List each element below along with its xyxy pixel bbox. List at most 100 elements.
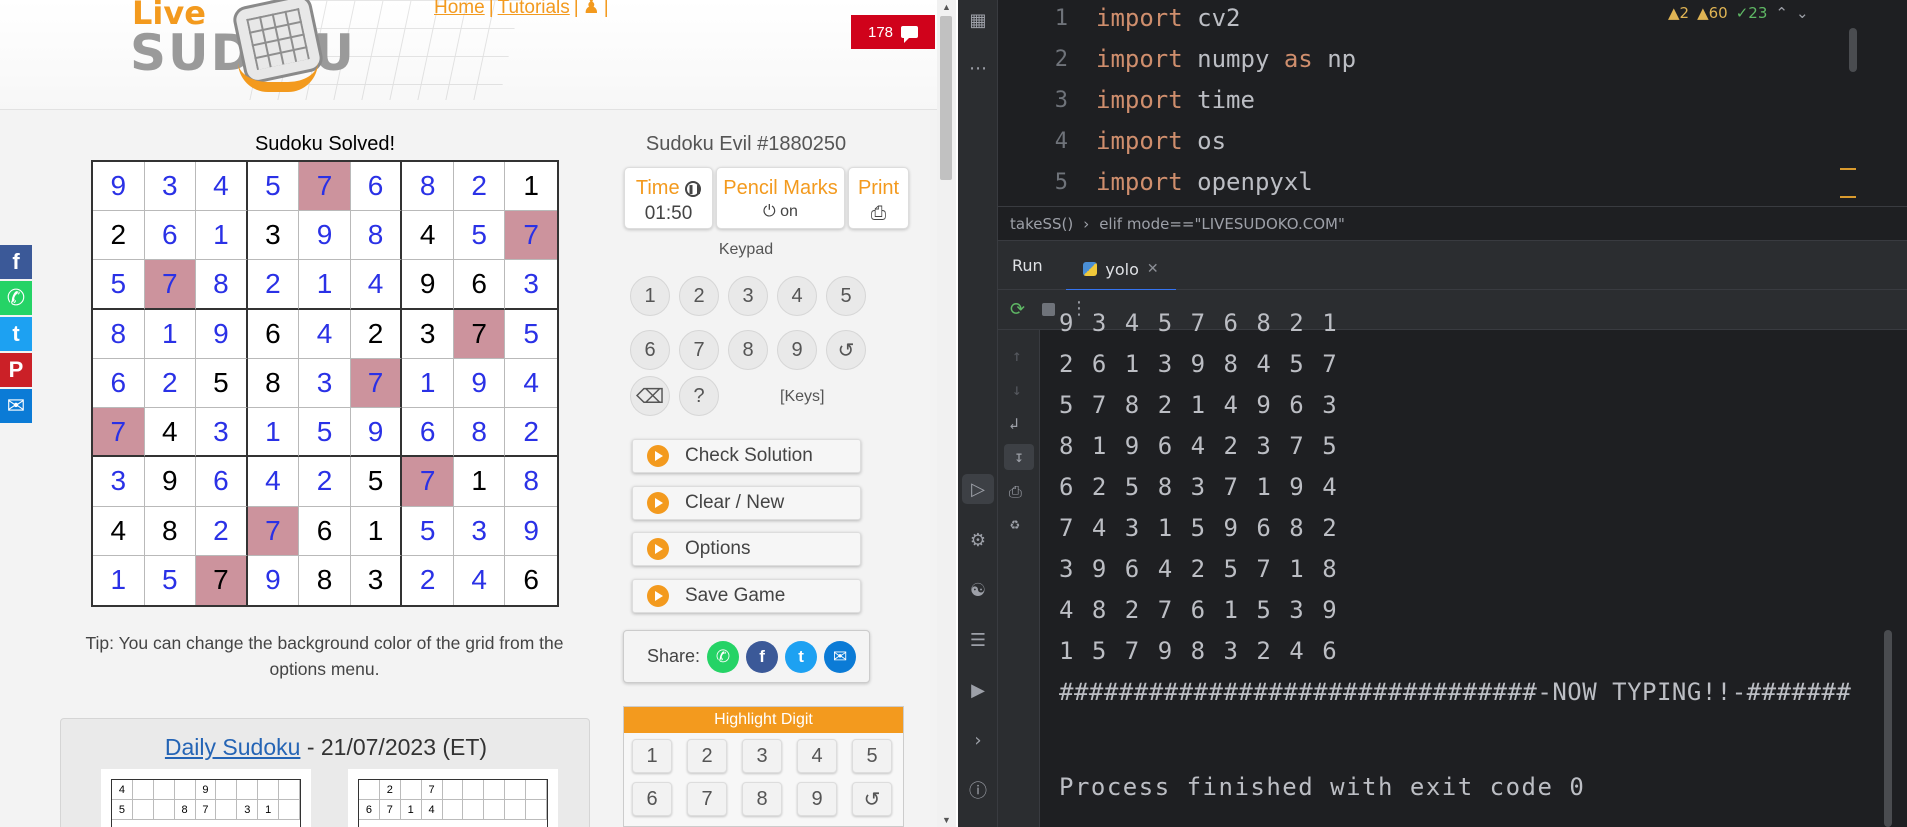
- sudoku-cell[interactable]: 8: [299, 555, 351, 605]
- sudoku-cell[interactable]: 9: [402, 260, 454, 310]
- clear-console-icon[interactable]: ♻: [1010, 514, 1020, 533]
- save-game-button[interactable]: Save Game: [632, 579, 861, 613]
- sudoku-cell[interactable]: 1: [402, 358, 454, 409]
- sudoku-cell[interactable]: 4: [93, 506, 145, 556]
- sudoku-cell[interactable]: 9: [248, 555, 300, 605]
- keypad-digit-5[interactable]: 5: [826, 276, 866, 316]
- console-scroll-thumb[interactable]: [1884, 630, 1892, 827]
- highlight-reset-icon[interactable]: ↺: [852, 782, 892, 816]
- highlight-digit-8[interactable]: 8: [742, 782, 782, 816]
- breadcrumb-function[interactable]: takeSS(): [1010, 215, 1073, 233]
- sudoku-cell[interactable]: 1: [299, 260, 351, 310]
- highlight-digit-9[interactable]: 9: [797, 782, 837, 816]
- sudoku-cell[interactable]: 8: [453, 408, 506, 458]
- close-tab-icon[interactable]: ✕: [1147, 261, 1159, 277]
- user-account-icon[interactable]: ♟: [583, 0, 600, 18]
- problems-icon[interactable]: ⓘ: [966, 778, 990, 802]
- nav-home-link[interactable]: Home: [434, 0, 485, 18]
- sudoku-cell[interactable]: 7: [196, 555, 248, 605]
- sudoku-cell[interactable]: 9: [93, 162, 145, 212]
- code-line[interactable]: import numpy as np: [1096, 45, 1356, 73]
- sudoku-cell[interactable]: 7: [93, 408, 145, 458]
- sudoku-cell[interactable]: 9: [144, 457, 197, 507]
- structure-icon[interactable]: ▦: [966, 8, 990, 32]
- chevron-up-icon[interactable]: ⌃: [1775, 4, 1788, 22]
- sudoku-cell[interactable]: 7: [505, 211, 557, 261]
- highlight-digit-7[interactable]: 7: [687, 782, 727, 816]
- daily-sudoku-link[interactable]: Daily Sudoku: [165, 734, 301, 760]
- sudoku-cell[interactable]: 2: [350, 309, 403, 359]
- options-button[interactable]: Options: [632, 532, 861, 566]
- editor-scroll-thumb[interactable]: [1849, 28, 1857, 72]
- run-tool-icon[interactable]: ▷: [962, 474, 994, 504]
- sudoku-cell[interactable]: 3: [351, 555, 403, 605]
- sudoku-cell[interactable]: 7: [247, 506, 300, 556]
- highlight-digit-5[interactable]: 5: [852, 739, 892, 773]
- sudoku-cell[interactable]: 1: [453, 457, 506, 507]
- sudoku-cell[interactable]: 1: [247, 408, 300, 458]
- sudoku-cell[interactable]: 7: [299, 162, 351, 212]
- clear-new-button[interactable]: Clear / New: [632, 486, 861, 520]
- timer-button[interactable]: Time ❚❚ 01:50: [624, 167, 713, 229]
- sudoku-cell[interactable]: 8: [93, 309, 145, 359]
- pinterest-icon[interactable]: P: [0, 353, 32, 387]
- sudoku-cell[interactable]: 6: [453, 260, 506, 310]
- sudoku-cell[interactable]: 4: [299, 309, 351, 359]
- keypad-digit-1[interactable]: 1: [630, 276, 670, 316]
- sudoku-cell[interactable]: 6: [247, 309, 300, 359]
- twitter-share-icon[interactable]: t: [785, 640, 818, 673]
- sudoku-cell[interactable]: 9: [505, 507, 557, 556]
- sudoku-cell[interactable]: 4: [350, 260, 403, 310]
- sudoku-cell[interactable]: 9: [453, 358, 506, 409]
- sudoku-cell[interactable]: 5: [453, 211, 506, 261]
- sudoku-cell[interactable]: 1: [93, 555, 145, 605]
- keypad-digit-6[interactable]: 6: [630, 330, 670, 370]
- keypad-digit-8[interactable]: 8: [728, 330, 768, 370]
- sudoku-cell[interactable]: 8: [505, 457, 557, 507]
- highlight-digit-1[interactable]: 1: [632, 739, 672, 773]
- sudoku-cell[interactable]: 7: [350, 358, 403, 409]
- sudoku-cell[interactable]: 2: [196, 506, 248, 556]
- debug-icon[interactable]: ⚙: [966, 528, 990, 552]
- facebook-share-icon[interactable]: f: [746, 640, 779, 673]
- scroll-down-arrow-icon[interactable]: ▼: [942, 815, 951, 825]
- sudoku-cell[interactable]: 9: [350, 408, 403, 458]
- email-icon[interactable]: ✉: [0, 389, 32, 423]
- sudoku-cell[interactable]: 3: [299, 358, 351, 409]
- sudoku-cell[interactable]: 5: [350, 457, 403, 507]
- sudoku-cell[interactable]: 1: [144, 309, 197, 359]
- sudoku-cell[interactable]: 4: [144, 408, 197, 458]
- whatsapp-icon[interactable]: ✆: [0, 281, 32, 315]
- sudoku-cell[interactable]: 6: [505, 556, 557, 605]
- scroll-to-end-icon[interactable]: ↧: [1004, 444, 1034, 470]
- stop-icon[interactable]: [1042, 303, 1055, 316]
- code-editor[interactable]: 1 import cv2 2 import numpy as np 3 import ti…: [998, 0, 1907, 206]
- keypad-digit-4[interactable]: 4: [777, 276, 817, 316]
- scroll-up-arrow-icon[interactable]: ▲: [942, 2, 951, 12]
- code-line[interactable]: import os: [1096, 127, 1226, 155]
- daily-mini-grid-1[interactable]: 4 9 5 8731: [101, 769, 311, 827]
- highlight-digit-4[interactable]: 4: [797, 739, 837, 773]
- sudoku-cell[interactable]: 4: [247, 457, 300, 507]
- code-line[interactable]: import openpyxl: [1096, 168, 1313, 196]
- sudoku-cell[interactable]: 7: [144, 260, 197, 310]
- sudoku-cell[interactable]: 4: [196, 162, 248, 212]
- sudoku-cell[interactable]: 3: [453, 506, 506, 556]
- sudoku-cell[interactable]: 3: [402, 309, 454, 359]
- sudoku-cell[interactable]: 8: [247, 358, 300, 409]
- sudoku-cell[interactable]: 3: [247, 211, 300, 261]
- keypad-digit-9[interactable]: 9: [777, 330, 817, 370]
- sudoku-cell[interactable]: 6: [299, 506, 351, 556]
- undo-icon[interactable]: ↺: [826, 330, 866, 370]
- help-icon[interactable]: ?: [679, 376, 719, 416]
- sudoku-cell[interactable]: 9: [299, 211, 351, 261]
- sudoku-cell[interactable]: 8: [196, 260, 248, 310]
- keypad-digit-3[interactable]: 3: [728, 276, 768, 316]
- highlight-digit-2[interactable]: 2: [687, 739, 727, 773]
- rerun-icon[interactable]: ⟳: [1010, 299, 1025, 320]
- email-share-icon[interactable]: ✉: [824, 640, 857, 673]
- run-console-output[interactable]: 9 3 4 5 7 6 8 2 1 2 6 1 3 9 8 4 5 7 5 7 8 …: [1041, 309, 1907, 827]
- sudoku-cell[interactable]: 3: [196, 408, 248, 458]
- sudoku-cell[interactable]: 8: [350, 211, 403, 261]
- code-line[interactable]: import time: [1096, 86, 1255, 114]
